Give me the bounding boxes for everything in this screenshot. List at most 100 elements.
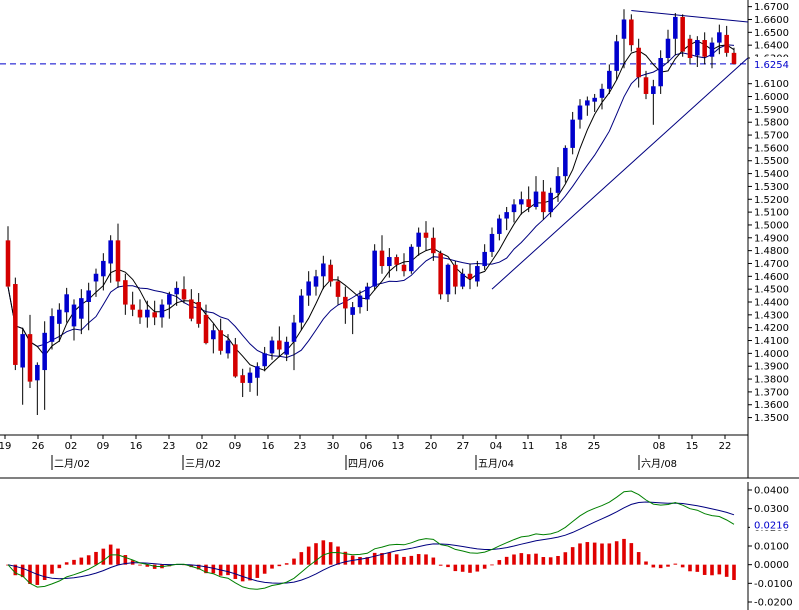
candle xyxy=(291,314,297,371)
candle xyxy=(35,362,40,416)
month-label: 六月/08 xyxy=(641,458,677,470)
candle xyxy=(247,367,253,392)
day-label: 08 xyxy=(653,441,666,452)
macd-histogram-bar xyxy=(94,551,98,565)
candle xyxy=(658,50,663,94)
candle xyxy=(570,111,575,155)
candle xyxy=(651,79,656,125)
day-label: 25 xyxy=(588,441,601,452)
day-label: 11 xyxy=(522,441,535,452)
candle xyxy=(636,38,641,88)
macd-histogram-bar xyxy=(512,554,516,565)
macd-histogram-bar xyxy=(658,564,663,569)
day-label: 02 xyxy=(65,441,78,452)
candle-body xyxy=(504,212,509,219)
candle xyxy=(665,29,671,64)
candle-body xyxy=(563,147,568,177)
candle-body xyxy=(277,340,282,350)
candle xyxy=(167,291,172,319)
candle xyxy=(372,244,377,291)
price-tick-label: 1.3900 xyxy=(754,362,789,373)
candle xyxy=(724,25,729,57)
candle xyxy=(13,277,18,371)
candle xyxy=(592,93,597,112)
candle xyxy=(614,34,619,80)
day-label: 06 xyxy=(360,441,373,452)
candle-body xyxy=(196,302,201,324)
macd-histogram-bar xyxy=(50,564,54,574)
candle xyxy=(101,253,106,291)
macd-histogram-bar xyxy=(262,564,267,574)
candle-body xyxy=(5,240,11,287)
macd-histogram-bar xyxy=(299,552,304,565)
candle xyxy=(20,327,25,405)
candle-body xyxy=(453,264,458,287)
candle xyxy=(79,289,84,335)
candle xyxy=(438,250,443,300)
macd-histogram-bar xyxy=(592,542,597,565)
macd-panel: 0.04000.03000.02000.01000.0000-0.0100-0.… xyxy=(6,482,794,610)
candle-body xyxy=(49,316,55,342)
macd-histogram-bar xyxy=(695,564,700,572)
macd-histogram-bar xyxy=(578,543,582,565)
candle-body xyxy=(680,16,685,52)
candle xyxy=(526,186,531,213)
candle-body xyxy=(321,263,326,277)
price-tick-label: 1.5500 xyxy=(754,156,789,167)
candle xyxy=(159,299,165,328)
candle-body xyxy=(42,332,47,371)
macd-histogram-bar xyxy=(233,564,238,579)
candle-body xyxy=(526,199,531,207)
macd-histogram-bar xyxy=(622,538,626,565)
candle xyxy=(401,253,407,277)
price-tick-label: 1.5600 xyxy=(754,143,789,154)
day-label: 20 xyxy=(425,441,438,452)
day-label: 19 xyxy=(0,441,11,452)
candle xyxy=(511,199,517,223)
candle-body xyxy=(335,281,341,297)
candle-body xyxy=(467,273,473,279)
macd-histogram-bar xyxy=(358,557,362,565)
price-tick-label: 1.5300 xyxy=(754,182,789,193)
candle-body xyxy=(225,340,231,354)
candle xyxy=(64,287,69,323)
day-label: 18 xyxy=(555,441,568,452)
candle-body xyxy=(167,294,172,305)
macd-histogram-bar xyxy=(138,564,142,566)
candle-body xyxy=(57,309,62,324)
candle xyxy=(431,227,436,261)
candle-body xyxy=(240,375,245,383)
macd-histogram-bar xyxy=(424,554,428,565)
macd-histogram-bar xyxy=(284,563,289,565)
candle-body xyxy=(306,281,311,296)
candle xyxy=(123,273,128,315)
candle-body xyxy=(489,233,495,252)
candle-body xyxy=(108,240,113,264)
candle-body xyxy=(174,287,179,295)
candle xyxy=(548,187,553,218)
day-label: 16 xyxy=(262,441,275,452)
macd-histogram-bar xyxy=(732,564,736,581)
candle-body xyxy=(614,41,619,71)
macd-histogram-bar xyxy=(255,564,260,578)
candle-body xyxy=(387,257,392,267)
price-panel: 1.3500 1.3600 1.37001.3800 1.3900 1.4000 1.41… xyxy=(0,0,799,479)
candle xyxy=(233,337,238,378)
price-tick-label: 1.3700 xyxy=(754,387,789,398)
candle xyxy=(533,176,539,210)
candle xyxy=(489,227,495,258)
candle-body xyxy=(599,88,605,98)
candle xyxy=(621,9,627,69)
price-tick-label: 1.3600 xyxy=(754,400,789,411)
macd-histogram-bar xyxy=(475,564,480,572)
month-label: 三月/02 xyxy=(185,458,221,470)
candle xyxy=(731,47,737,65)
macd-tick-label: 0.0000 xyxy=(754,560,789,571)
macd-histogram-bar xyxy=(240,564,245,582)
candle xyxy=(321,255,326,290)
macd-histogram-bar xyxy=(600,543,604,565)
macd-current-label: 0.0216 xyxy=(754,520,789,531)
candle-body xyxy=(35,364,40,381)
month-label: 四月/06 xyxy=(348,458,384,470)
macd-histogram-bar xyxy=(482,564,487,569)
